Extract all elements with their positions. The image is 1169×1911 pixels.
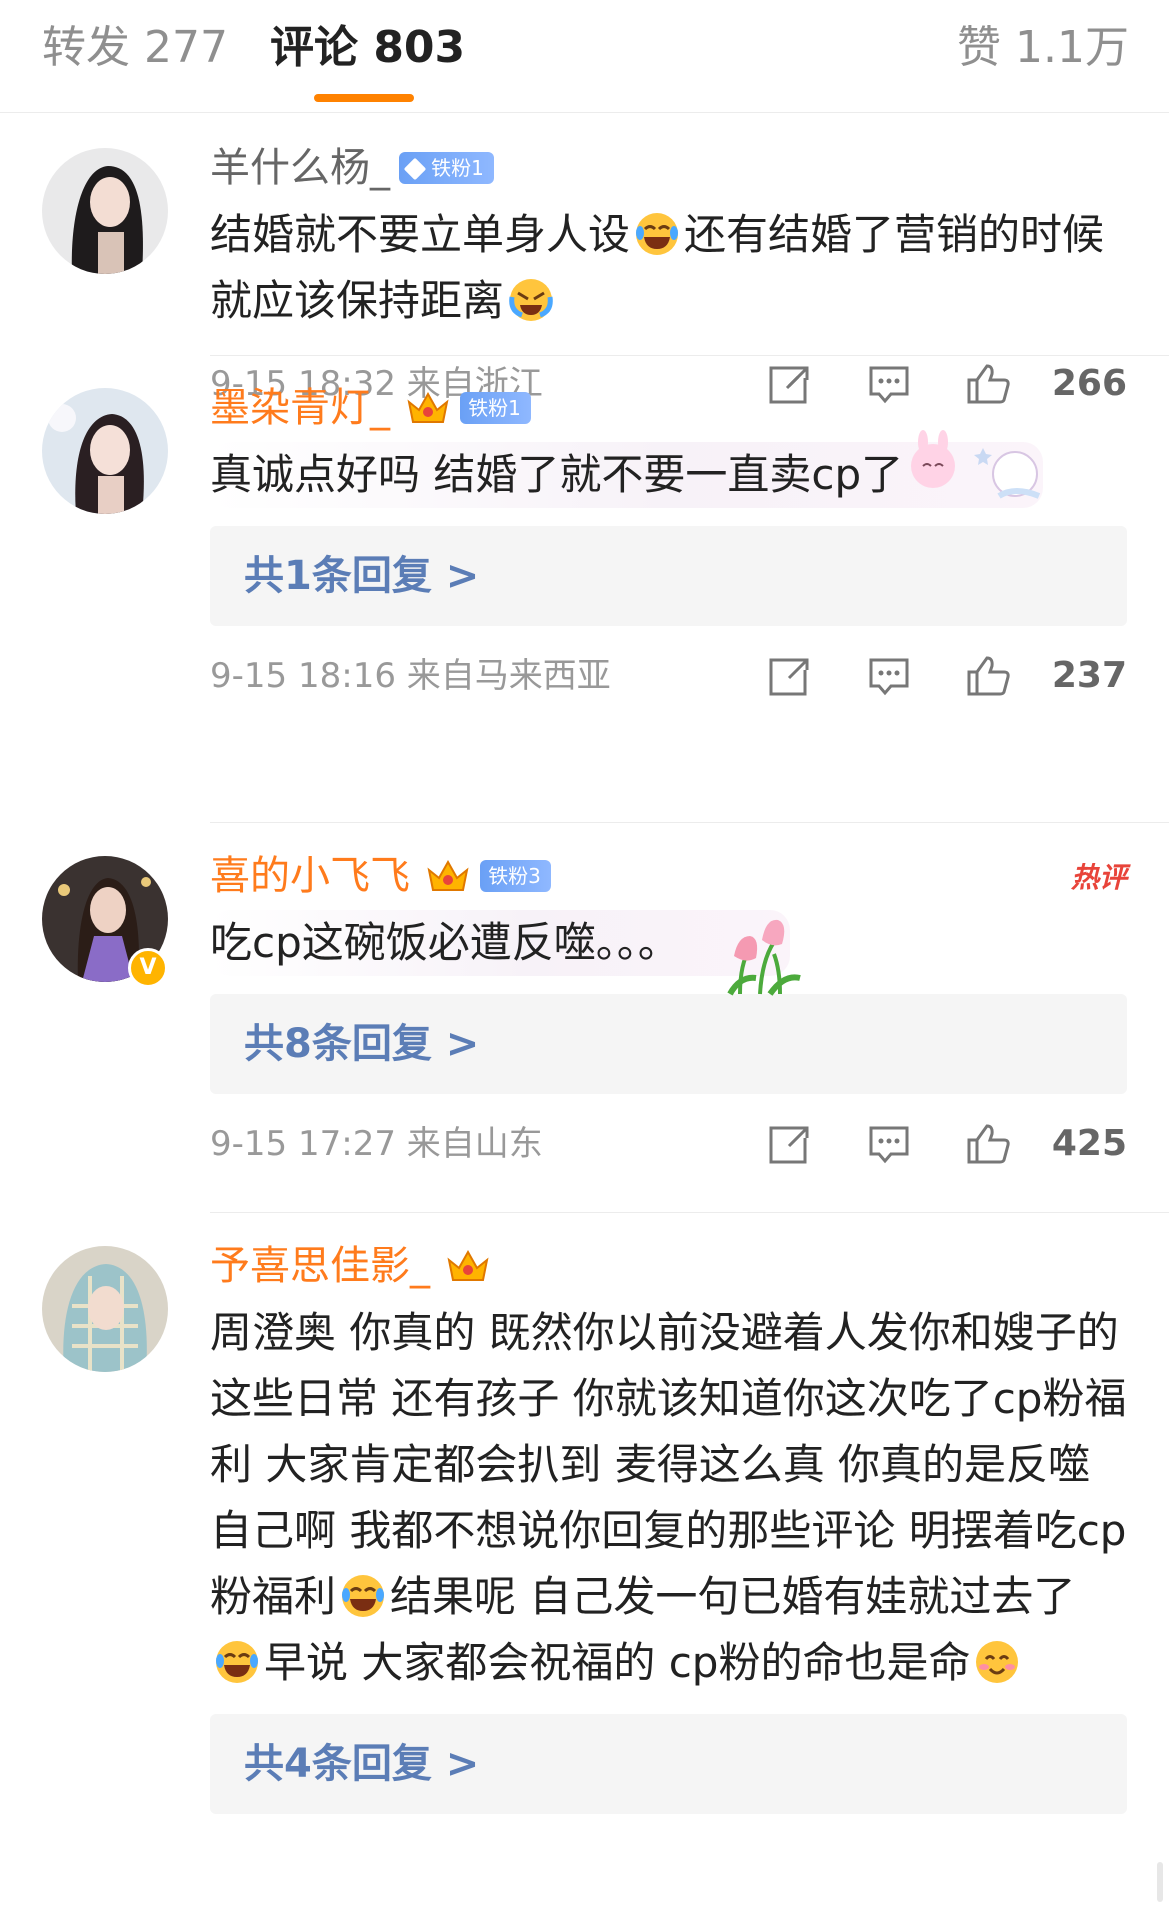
like-count: 237 (1051, 655, 1127, 696)
repost-icon[interactable] (767, 654, 811, 698)
comment-text-part: 结婚就不要立单身人设 (210, 210, 631, 259)
verified-badge-icon: V (128, 948, 168, 988)
reply-icon[interactable] (867, 1122, 911, 1166)
comment-text-part: 结果呢 自己发一句已婚有娃就过去了 (390, 1572, 1076, 1621)
comment-actions: 425 (767, 1116, 1127, 1172)
tab-like[interactable]: 赞 1.1万 (957, 18, 1129, 78)
view-replies-link[interactable]: 共8条回复 > (210, 994, 479, 1094)
avatar[interactable] (42, 148, 168, 274)
tab-bar: 转发 277 评论 803 赞 1.1万 (0, 0, 1169, 113)
repost-icon[interactable] (767, 1122, 811, 1166)
comment-text-part: 早说 大家都会祝福的 cp粉的命也是命 (264, 1638, 971, 1687)
fan-badge: 铁粉1 (399, 152, 494, 184)
like-icon[interactable] (965, 654, 1011, 698)
username[interactable]: 喜的小飞飞 (210, 848, 410, 904)
divider (210, 355, 1169, 356)
laughing-tears-emoji (216, 1641, 258, 1683)
divider (210, 1212, 1169, 1213)
like-icon[interactable] (965, 1122, 1011, 1166)
comment-bubble: 吃cp这碗饭必遭反噬。。。 (210, 910, 801, 996)
vip-crown-icon (407, 391, 449, 423)
comment-bubble: 真诚点好吗 结婚了就不要一直卖cp了 (210, 430, 1044, 508)
vip-crown-icon (427, 859, 469, 891)
like-count: 425 (1051, 1123, 1127, 1164)
tulip-bubble-decoration (727, 919, 801, 996)
username[interactable]: 墨染青灯_ (210, 380, 390, 436)
fan-badge: 铁粉3 (480, 860, 551, 892)
fan-badge-label: 铁粉1 (431, 156, 484, 180)
username[interactable]: 予喜思佳影_ (210, 1238, 430, 1294)
fan-badge: 铁粉1 (460, 392, 531, 424)
reply-icon[interactable] (867, 654, 911, 698)
fan-badge-label: 铁粉3 (488, 864, 541, 888)
username[interactable]: 羊什么杨_ (210, 140, 390, 196)
fan-badge-label: 铁粉1 (468, 396, 521, 420)
comment-text: 吃cp这碗饭必遭反噬。。。 (210, 910, 1127, 996)
view-replies-link[interactable]: 共4条回复 > (210, 1714, 479, 1814)
active-tab-indicator (314, 94, 414, 102)
vip-crown-icon (447, 1249, 489, 1281)
reply-summary[interactable]: 共4条回复 > (210, 1714, 1127, 1814)
reply-summary[interactable]: 共1条回复 > (210, 526, 1127, 626)
comment-text-part: 真诚点好吗 结婚了就不要一直卖cp了 (210, 450, 904, 499)
tab-comment[interactable]: 评论 803 (270, 18, 465, 78)
scrollbar[interactable] (1157, 1862, 1163, 1902)
diamond-icon (403, 157, 427, 181)
avatar[interactable] (42, 1246, 168, 1372)
divider (210, 822, 1169, 823)
comment-text: 真诚点好吗 结婚了就不要一直卖cp了 (210, 430, 1127, 508)
reply-summary[interactable]: 共8条回复 > (210, 994, 1127, 1094)
laughing-tears-emoji (636, 213, 679, 255)
tab-repost[interactable]: 转发 277 (42, 18, 228, 78)
view-replies-link[interactable]: 共1条回复 > (210, 526, 479, 626)
comment-text-part: 吃cp这碗饭必遭反噬。。。 (210, 918, 680, 967)
laughing-tears-emoji (342, 1575, 385, 1617)
crying-laughing-emoji (509, 279, 553, 321)
smiling-blush-emoji (976, 1641, 1019, 1683)
comment-time-location: 9-15 18:16 来自马来西亚 (210, 656, 611, 696)
comment-text: 结婚就不要立单身人设 还有结婚了营销的时候就应该保持距离 (210, 202, 1127, 334)
hot-comment-badge: 热评 (1070, 861, 1127, 894)
comment-actions: 237 (767, 648, 1127, 704)
comment-text: 周澄奥 你真的 既然你以前没避着人发你和嫂子的这些日常 还有孩子 你就该知道你这… (210, 1300, 1127, 1696)
comment-time-location: 9-15 17:27 来自山东 (210, 1124, 543, 1164)
avatar[interactable] (42, 388, 168, 514)
bunny-bubble-decoration (911, 430, 1041, 499)
